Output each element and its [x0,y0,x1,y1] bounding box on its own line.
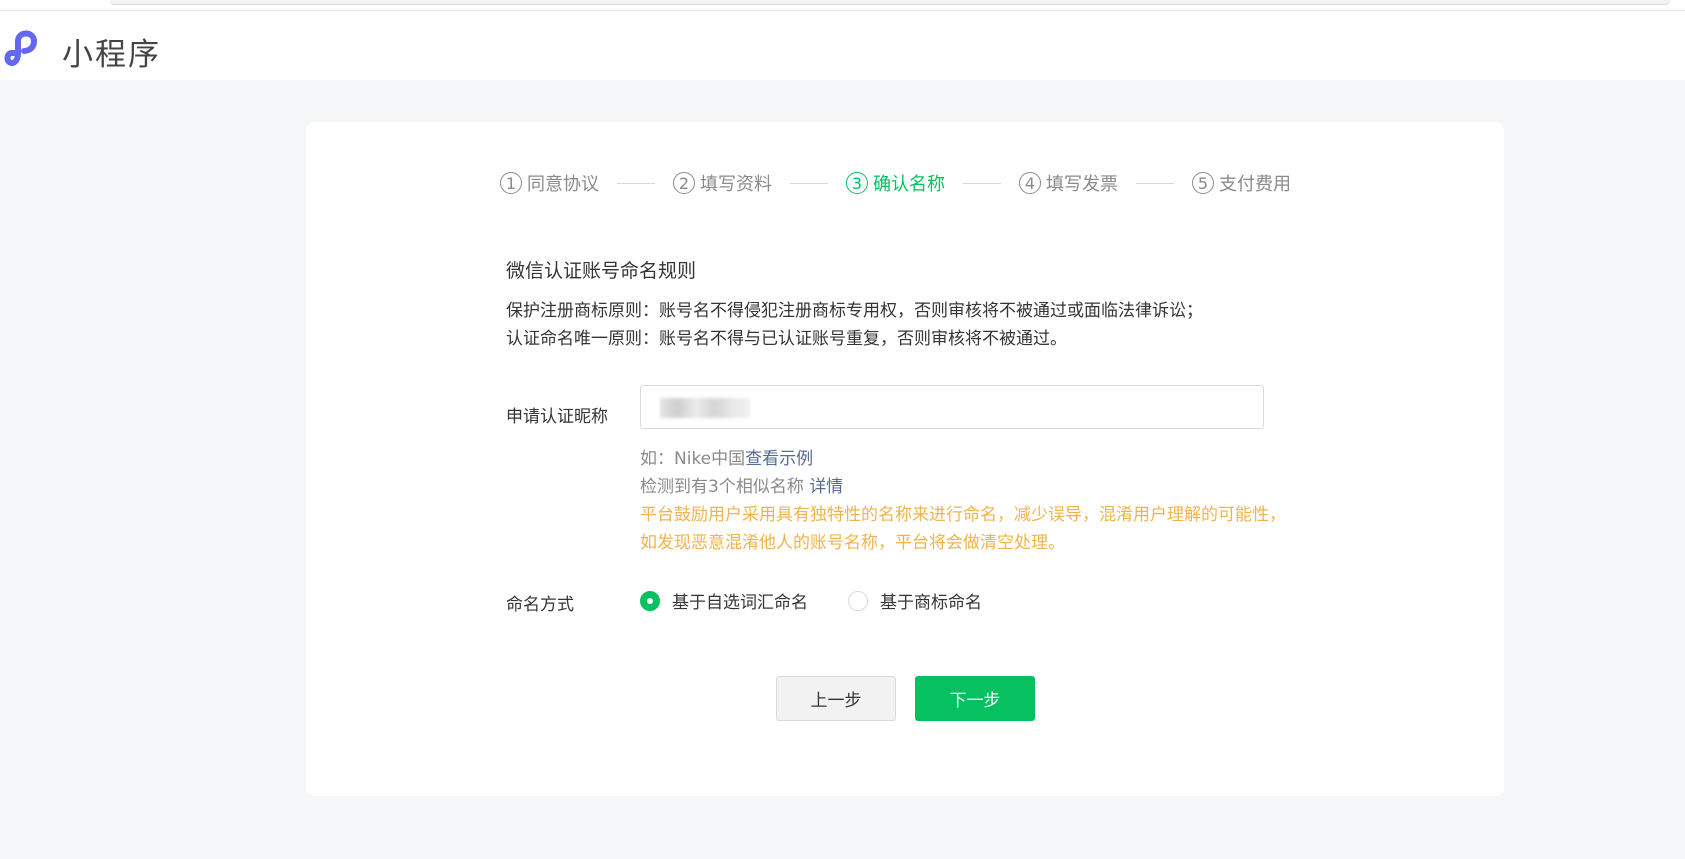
naming-mode-label: 命名方式 [506,595,574,615]
similar-names-text: 检测到有3个相似名称 [640,477,810,497]
address-bar-edge [110,0,1670,5]
step-divider [963,182,1001,184]
redacted-nickname [660,398,750,418]
step-label: 同意协议 [527,174,599,195]
step-number: 4 [1019,172,1041,194]
naming-mode-radio-group: 基于自选词汇命名 基于商标命名 [640,588,1022,613]
step-label: 填写资料 [700,174,772,195]
naming-warning-1: 平台鼓励用户采用具有独特性的名称来进行命名，减少误导，混淆用户理解的可能性， [640,505,1286,525]
step-divider [617,182,655,184]
step-label: 填写发票 [1046,174,1118,195]
similar-details-link[interactable]: 详情 [809,477,843,497]
radio-custom-vocabulary[interactable]: 基于自选词汇命名 [640,588,808,613]
step-number: 3 [846,172,868,194]
previous-step-button[interactable]: 上一步 [776,676,896,721]
app-header: 小程序 [0,11,1685,80]
main-card: 1 同意协议 2 填写资料 3 确认名称 4 填写发票 5 支付费用 微信认证账… [306,122,1504,796]
progress-steps: 1 同意协议 2 填写资料 3 确认名称 4 填写发票 5 支付费用 [500,168,1291,198]
mini-program-logo-icon[interactable] [4,25,50,71]
view-example-link[interactable]: 查看示例 [745,449,813,469]
step-3: 3 确认名称 [846,170,945,196]
rule-trademark: 保护注册商标原则：账号名不得侵犯注册商标专用权，否则审核将不被通过或面临法律诉讼… [506,301,1203,321]
step-label: 确认名称 [873,174,945,195]
radio-checked-icon[interactable] [640,590,660,611]
step-number: 5 [1192,172,1214,194]
step-divider [790,182,828,184]
radio-trademark[interactable]: 基于商标命名 [848,588,982,613]
next-step-button[interactable]: 下一步 [915,676,1035,721]
rule-uniqueness: 认证命名唯一原则：账号名不得与已认证账号重复，否则审核将不被通过。 [506,329,1067,349]
example-hint: 如：Nike中国查看示例 [640,444,813,469]
rules-title: 微信认证账号命名规则 [506,260,697,282]
similar-names-hint: 检测到有3个相似名称 详情 [640,472,843,497]
step-1: 1 同意协议 [500,170,599,196]
step-5: 5 支付费用 [1192,170,1291,196]
step-number: 2 [673,172,695,194]
step-divider [1136,182,1174,184]
naming-warning-2: 如发现恶意混淆他人的账号名称，平台将会做清空处理。 [640,533,1065,553]
step-4: 4 填写发票 [1019,170,1118,196]
step-label: 支付费用 [1219,174,1291,195]
radio-unchecked-icon[interactable] [848,590,868,611]
app-title: 小程序 [62,37,161,73]
example-text: 如：Nike中国 [640,449,746,469]
radio-label: 基于自选词汇命名 [672,593,808,613]
step-2: 2 填写资料 [673,170,772,196]
radio-label: 基于商标命名 [880,593,982,613]
step-number: 1 [500,172,522,194]
nickname-label: 申请认证昵称 [506,407,608,427]
browser-top-strip [0,0,1685,11]
